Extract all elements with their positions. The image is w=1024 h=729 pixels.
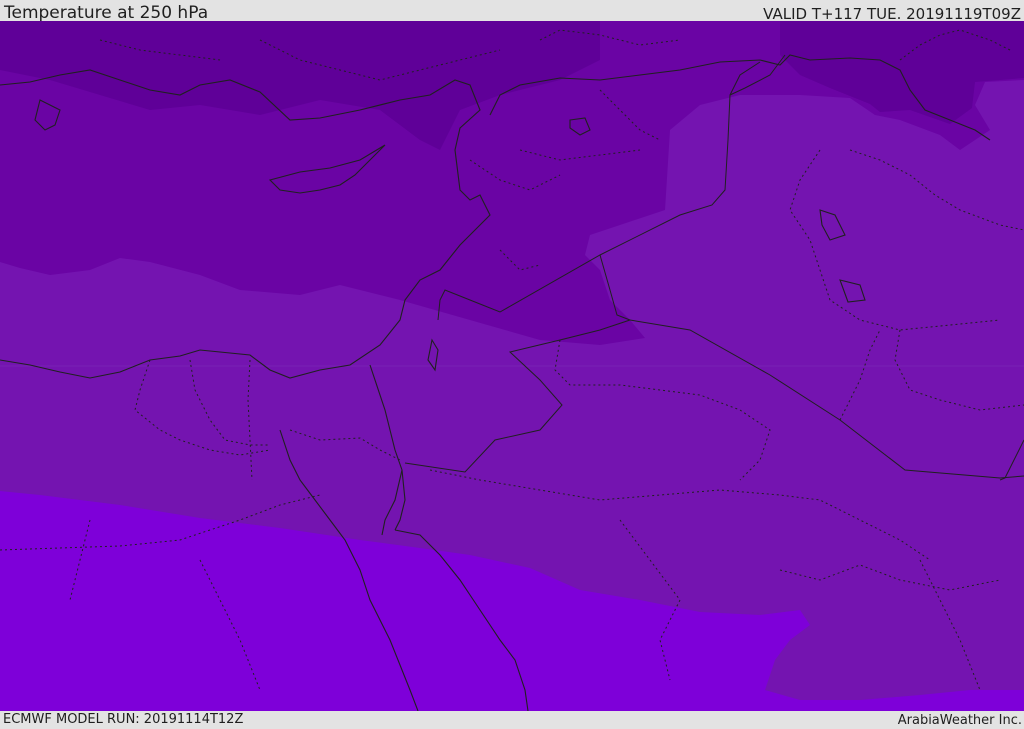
top-bar: Temperature at 250 hPa VALID T+117 TUE. …	[0, 0, 1024, 23]
map-title: Temperature at 250 hPa	[4, 3, 209, 23]
model-run-label: ECMWF MODEL RUN: 20191114T12Z	[3, 712, 244, 727]
map-svg	[0, 21, 1024, 711]
temperature-map	[0, 21, 1024, 711]
credit-label: ArabiaWeather Inc.	[897, 713, 1022, 728]
weather-map-frame: Temperature at 250 hPa VALID T+117 TUE. …	[0, 0, 1024, 729]
bottom-bar: ECMWF MODEL RUN: 20191114T12Z ArabiaWeat…	[0, 711, 1024, 729]
